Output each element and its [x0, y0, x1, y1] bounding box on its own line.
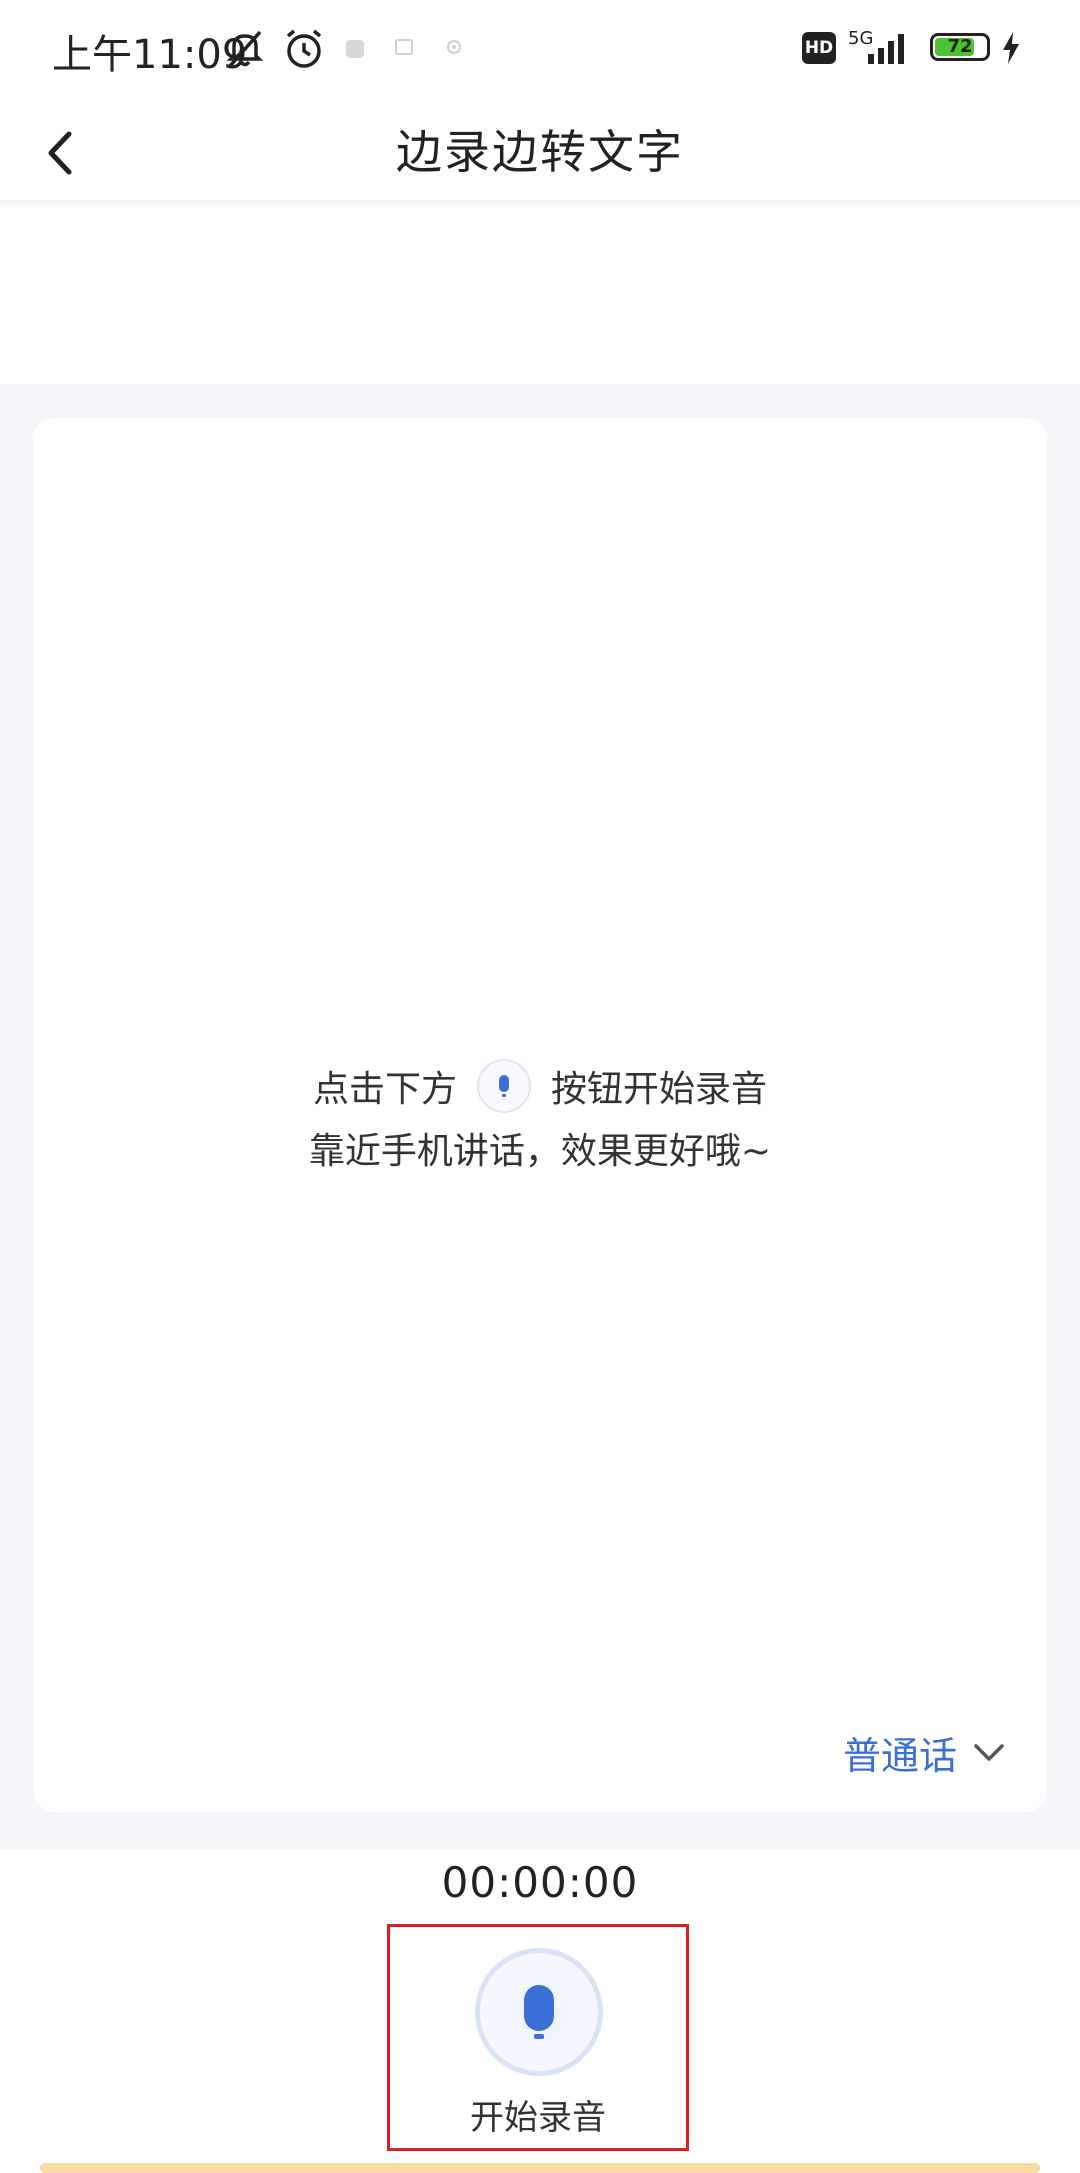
language-selector[interactable]: 普通话 [843, 1725, 1005, 1780]
notification-location-icon [444, 38, 464, 62]
start-recording-label[interactable]: 开始录音 [387, 2090, 689, 2139]
header-divider [0, 200, 1080, 208]
hint-text-tip: 靠近手机讲话，效果更好哦~ [308, 1131, 772, 1172]
language-label: 普通话 [842, 1734, 957, 1778]
page-title: 边录边转文字 [396, 125, 684, 179]
start-recording-button[interactable] [475, 1948, 603, 2076]
chevron-left-icon [48, 131, 72, 175]
header-bar: 边录边转文字 [0, 100, 1080, 205]
microphone-icon [524, 1985, 554, 2039]
hint-text-before: 点击下方 [312, 1069, 457, 1110]
empty-hint: 点击下方 按钮开始录音 靠近手机讲话，效果更好哦~ [33, 1056, 1047, 1182]
chevron-down-icon [974, 1743, 1004, 1761]
battery-icon: 72 [930, 33, 990, 65]
recording-timer: 00:00:00 [441, 1858, 639, 1907]
hint-text-after: 按钮开始录音 [551, 1069, 768, 1110]
bottom-banner-edge [40, 2163, 1040, 2173]
status-bar: 上午11:09 HD 5G 72 [0, 0, 1080, 100]
notification-app-icon [344, 38, 366, 64]
mic-inline-icon [477, 1059, 531, 1113]
alarm-clock-icon [282, 26, 326, 76]
notification-square-icon [394, 38, 414, 62]
charging-bolt-icon [1000, 30, 1022, 70]
back-button[interactable] [30, 118, 90, 188]
transcript-card: 点击下方 按钮开始录音 靠近手机讲话，效果更好哦~ 普通话 [33, 418, 1047, 1812]
hd-badge: HD [802, 32, 836, 64]
mute-bell-icon [222, 26, 268, 76]
status-time: 上午11:09 [52, 32, 248, 78]
